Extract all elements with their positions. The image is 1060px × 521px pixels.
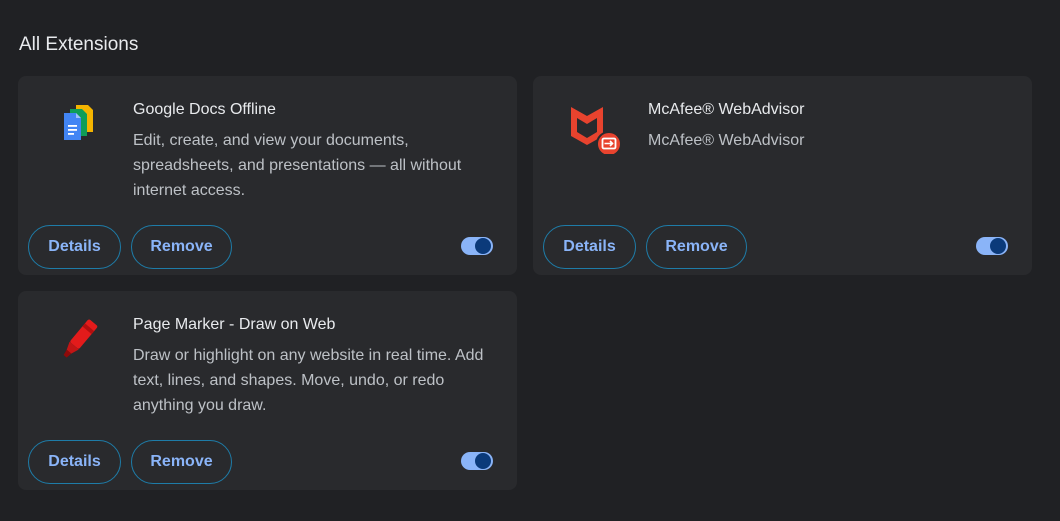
google-docs-offline-icon	[50, 98, 106, 154]
toggle-knob	[475, 238, 491, 254]
toggle-knob	[990, 238, 1006, 254]
mcafee-webadvisor-icon	[565, 98, 622, 157]
extension-name: McAfee® WebAdvisor	[648, 101, 805, 118]
details-button[interactable]: Details	[543, 225, 636, 269]
extension-enabled-toggle[interactable]	[461, 236, 493, 256]
extension-card-google-docs-offline: Google Docs Offline Edit, create, and vi…	[18, 76, 517, 275]
page-marker-icon	[50, 313, 106, 369]
extension-name: Page Marker - Draw on Web	[133, 316, 336, 333]
extension-description: Edit, create, and view your documents, s…	[133, 132, 462, 199]
extension-card-page-marker: Page Marker - Draw on Web Draw or highli…	[18, 291, 517, 490]
extension-card-mcafee-webadvisor: McAfee® WebAdvisor McAfee® WebAdvisor De…	[533, 76, 1032, 275]
details-button[interactable]: Details	[28, 440, 121, 484]
extension-description: McAfee® WebAdvisor	[648, 132, 805, 149]
extension-description: Draw or highlight on any website in real…	[133, 347, 484, 414]
remove-button[interactable]: Remove	[131, 225, 232, 269]
section-title: All Extensions	[19, 34, 139, 55]
extensions-page: All Extensions Google Docs Offline Edit,…	[0, 0, 1060, 521]
remove-button[interactable]: Remove	[646, 225, 747, 269]
toggle-knob	[475, 453, 491, 469]
extension-name: Google Docs Offline	[133, 101, 276, 118]
remove-button[interactable]: Remove	[131, 440, 232, 484]
details-button[interactable]: Details	[28, 225, 121, 269]
extension-enabled-toggle[interactable]	[461, 451, 493, 471]
extension-enabled-toggle[interactable]	[976, 236, 1008, 256]
